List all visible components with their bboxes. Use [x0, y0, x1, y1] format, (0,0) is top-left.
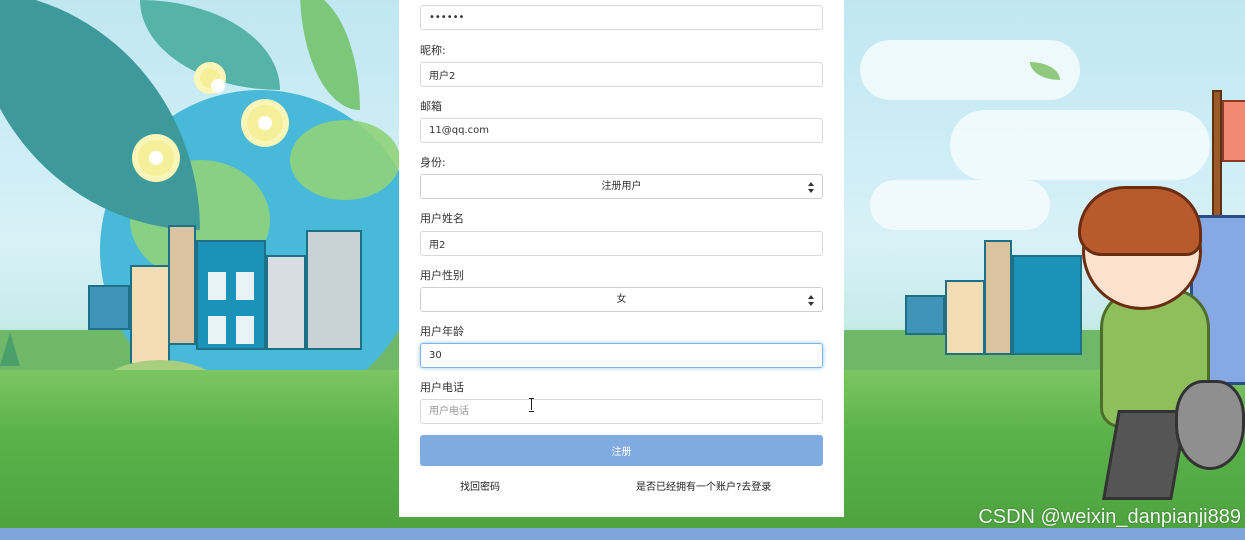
- email-input[interactable]: [420, 118, 823, 143]
- phone-label: 用户电话: [420, 381, 464, 394]
- register-button[interactable]: 注册: [420, 435, 823, 466]
- bottom-bar: [0, 528, 1245, 540]
- building: [905, 295, 945, 335]
- role-select-value: 注册用户: [601, 181, 642, 192]
- email-label: 邮箱: [420, 100, 442, 113]
- building: [1012, 255, 1082, 355]
- building: [306, 230, 362, 350]
- character-hair: [1078, 186, 1202, 256]
- role-select[interactable]: 注册用户: [420, 174, 823, 199]
- building: [196, 240, 266, 350]
- forgot-password-link[interactable]: 找回密码: [460, 478, 500, 493]
- select-arrows-icon: [808, 182, 815, 193]
- real-name-label: 用户姓名: [420, 212, 464, 225]
- select-arrows-icon: [808, 295, 815, 306]
- flag-pole: [1212, 90, 1222, 230]
- age-label: 用户年龄: [420, 325, 464, 338]
- building: [88, 285, 130, 330]
- gender-label: 用户性别: [420, 269, 464, 282]
- flower-decoration: [138, 140, 174, 176]
- phone-input[interactable]: [420, 399, 823, 424]
- register-form-panel: 昵称: 邮箱 身份: 注册用户 用户姓名 用户性别 女 用户年龄 用户电话 注册…: [399, 0, 844, 517]
- cloud: [870, 180, 1050, 230]
- trash-bag: [1175, 380, 1245, 470]
- age-input[interactable]: [420, 343, 823, 368]
- nickname-input[interactable]: [420, 62, 823, 87]
- text-cursor-icon: [529, 398, 534, 412]
- nickname-label: 昵称:: [420, 44, 446, 57]
- building: [168, 225, 196, 345]
- building: [945, 280, 985, 355]
- building: [984, 240, 1012, 355]
- flower-decoration: [247, 105, 283, 141]
- real-name-input[interactable]: [420, 231, 823, 256]
- role-label: 身份:: [420, 156, 446, 169]
- flower-decoration: [200, 68, 225, 93]
- gender-select-value: 女: [616, 294, 627, 305]
- building: [130, 265, 170, 365]
- cloud: [950, 110, 1210, 180]
- login-link[interactable]: 是否已经拥有一个账户?去登录: [636, 478, 771, 493]
- building: [266, 255, 306, 350]
- password-input[interactable]: [420, 5, 823, 30]
- tree: [0, 332, 20, 366]
- watermark: CSDN @weixin_danpianji889: [978, 506, 1241, 528]
- flag: [1222, 100, 1245, 162]
- gender-select[interactable]: 女: [420, 287, 823, 312]
